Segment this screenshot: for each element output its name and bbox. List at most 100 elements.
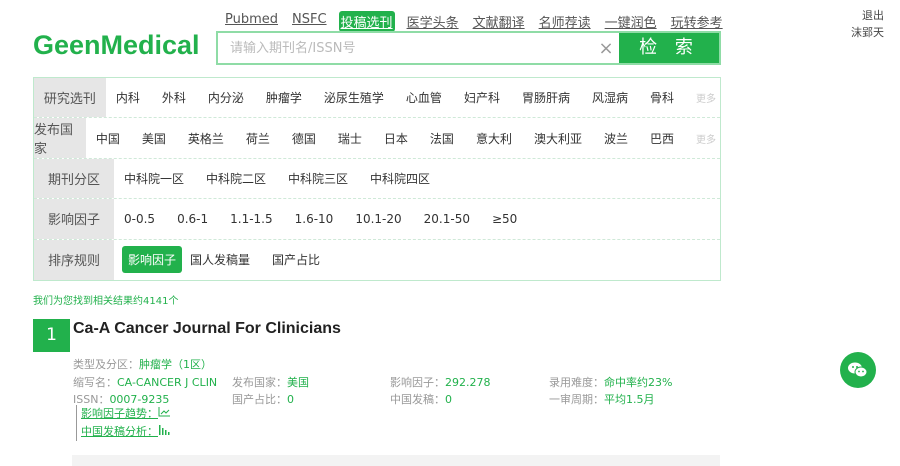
more-button[interactable]: 更多 <box>696 90 716 105</box>
result-count: 我们为您找到相关结果约4141个 <box>33 296 179 307</box>
filter-option[interactable]: 妇产科 <box>464 89 500 106</box>
filter-option[interactable]: 影响因子 <box>122 246 183 274</box>
nav-link[interactable]: 文献翻译 <box>471 11 527 32</box>
journal-title[interactable]: Ca-A Cancer Journal For Clinicians <box>73 320 341 338</box>
value: 0 <box>287 393 294 406</box>
filter-option[interactable]: 澳大利亚 <box>534 130 582 147</box>
nav-link[interactable]: NSFC <box>290 11 329 32</box>
label: 国产占比： <box>232 393 287 406</box>
filter-option[interactable]: 中科院四区 <box>370 170 430 187</box>
info-cn-papers: 中国发稿：0 <box>390 391 452 407</box>
label: 影响因子： <box>390 376 445 389</box>
logo[interactable]: GeenMedical <box>33 30 200 61</box>
user-area: 退出 沫郢天 <box>851 7 884 41</box>
label: 类型及分区： <box>73 358 139 371</box>
filter-options: 0-0.5 0.6-1 1.1-1.5 1.6-10 10.1-20 20.1-50 ≥50 <box>114 199 720 238</box>
filter-options: 内科 外科 内分泌 肿瘤学 泌尿生殖学 心血管 妇产科 胃肠肝病 风湿病 骨科 更多 <box>106 78 720 117</box>
filter-option[interactable]: 中科院一区 <box>124 170 184 187</box>
filter-option[interactable]: 外科 <box>162 89 186 106</box>
filter-row: 影响因子 0-0.5 0.6-1 1.1-1.5 1.6-10 10.1-20 20.1-5… <box>34 199 720 240</box>
filter-option[interactable]: 骨科 <box>650 89 674 106</box>
line-chart-icon <box>158 407 170 417</box>
next-result-card <box>72 455 720 466</box>
filter-option[interactable]: 中国 <box>96 130 120 147</box>
filter-option[interactable]: 法国 <box>430 130 454 147</box>
info-type: 类型及分区：肿瘤学（1区） <box>73 356 212 372</box>
info-impact-factor: 影响因子：292.278 <box>390 374 491 390</box>
label: 录用难度： <box>549 376 604 389</box>
info-domestic: 国产占比：0 <box>232 391 294 407</box>
if-trend-link[interactable]: 影响因子趋势： <box>81 405 170 423</box>
filter-option[interactable]: 1.1-1.5 <box>230 212 273 226</box>
cn-analysis-link[interactable]: 中国发稿分析： <box>81 423 170 441</box>
filter-option[interactable]: 日本 <box>384 130 408 147</box>
nav-link[interactable]: 医学头条 <box>405 11 461 32</box>
filter-option[interactable]: 内科 <box>116 89 140 106</box>
info-country: 发布国家：美国 <box>232 374 309 390</box>
filter-option[interactable]: ≥50 <box>492 212 517 226</box>
filter-row: 排序规则 影响因子 国人发稿量 国产占比 <box>34 239 720 280</box>
filter-option[interactable]: 10.1-20 <box>355 212 401 226</box>
filter-option[interactable]: 0-0.5 <box>124 212 155 226</box>
value: 肿瘤学（1区） <box>139 358 212 371</box>
logout-link[interactable]: 退出 <box>851 7 884 24</box>
filter-row: 期刊分区 中科院一区 中科院二区 中科院三区 中科院四区 <box>34 158 720 200</box>
info-review: 一审周期：平均1.5月 <box>549 391 655 407</box>
value: 平均1.5月 <box>604 393 655 406</box>
info-difficulty: 录用难度：命中率约23% <box>549 374 672 390</box>
filter-option[interactable]: 德国 <box>292 130 316 147</box>
nav-link[interactable]: 一键润色 <box>603 11 659 32</box>
filter-label: 期刊分区 <box>34 158 114 199</box>
value: 美国 <box>287 376 309 389</box>
nav-link[interactable]: 投稿选刊 <box>338 11 395 32</box>
label: 中国发稿分析： <box>81 425 158 438</box>
filter-option[interactable]: 国产占比 <box>272 251 320 268</box>
filter-option[interactable]: 瑞士 <box>338 130 362 147</box>
filter-option[interactable]: 心血管 <box>406 89 442 106</box>
label: 缩写名： <box>73 376 117 389</box>
bar-chart-icon <box>159 425 170 435</box>
nav-link[interactable]: Pubmed <box>223 11 280 32</box>
more-button[interactable]: 更多 <box>696 131 716 146</box>
filter-label: 研究选刊 <box>34 78 106 118</box>
filter-option[interactable]: 意大利 <box>476 130 512 147</box>
filter-option[interactable]: 英格兰 <box>188 130 224 147</box>
filter-option[interactable]: 肿瘤学 <box>266 89 302 106</box>
filter-option[interactable]: 巴西 <box>650 130 674 147</box>
filter-option[interactable]: 风湿病 <box>592 89 628 106</box>
result-index: 1 <box>33 319 70 352</box>
filter-options: 中科院一区 中科院二区 中科院三区 中科院四区 <box>114 159 720 198</box>
filter-label: 影响因子 <box>34 199 114 239</box>
filter-option[interactable]: 国人发稿量 <box>190 251 250 268</box>
nav-link[interactable]: 名师荐读 <box>537 11 593 32</box>
filter-row: 研究选刊 内科 外科 内分泌 肿瘤学 泌尿生殖学 心血管 妇产科 胃肠肝病 风湿病 骨科 更多 <box>34 78 720 119</box>
value: 292.278 <box>445 376 491 389</box>
filter-label: 发布国家 <box>34 118 86 158</box>
filter-option[interactable]: 中科院二区 <box>206 170 266 187</box>
clear-icon[interactable]: × <box>593 33 619 63</box>
wechat-icon[interactable] <box>840 352 876 388</box>
top-nav: Pubmed NSFC 投稿选刊 医学头条 文献翻译 名师荐读 一键润色 玩转参考 <box>223 11 735 32</box>
filter-option[interactable]: 0.6-1 <box>177 212 208 226</box>
info-abbr: 缩写名：CA-CANCER J CLIN <box>73 374 217 390</box>
label: 发布国家： <box>232 376 287 389</box>
filter-panel: 研究选刊 内科 外科 内分泌 肿瘤学 泌尿生殖学 心血管 妇产科 胃肠肝病 风湿病 骨科 更多 发布国家… <box>33 77 721 281</box>
filter-option[interactable]: 美国 <box>142 130 166 147</box>
filter-option[interactable]: 波兰 <box>604 130 628 147</box>
label: 一审周期： <box>549 393 604 406</box>
search-input[interactable] <box>218 33 593 63</box>
filter-row: 发布国家 中国 美国 英格兰 荷兰 德国 瑞士 日本 法国 意大利 澳大利亚 波兰 巴西 更多 <box>34 118 720 159</box>
filter-option[interactable]: 荷兰 <box>246 130 270 147</box>
filter-option[interactable]: 1.6-10 <box>295 212 334 226</box>
analysis-links: 影响因子趋势： 中国发稿分析： <box>76 405 170 441</box>
filter-option[interactable]: 泌尿生殖学 <box>324 89 384 106</box>
filter-option[interactable]: 20.1-50 <box>424 212 470 226</box>
search-button[interactable]: 检 索 <box>619 33 719 63</box>
filter-options: 中国 美国 英格兰 荷兰 德国 瑞士 日本 法国 意大利 澳大利亚 波兰 巴西 更多 <box>86 118 720 157</box>
filter-option[interactable]: 胃肠肝病 <box>522 89 570 106</box>
nav-link[interactable]: 玩转参考 <box>669 11 725 32</box>
filter-option[interactable]: 内分泌 <box>208 89 244 106</box>
username[interactable]: 沫郢天 <box>851 24 884 41</box>
filter-option[interactable]: 中科院三区 <box>288 170 348 187</box>
search-bar: × 检 索 <box>216 31 721 65</box>
